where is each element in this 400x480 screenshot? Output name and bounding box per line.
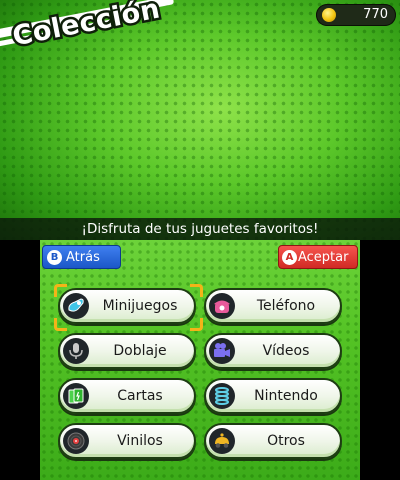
- telephone-icon: [209, 293, 235, 319]
- message-text: ¡Disfruta de tus juguetes favoritos!: [81, 221, 319, 237]
- menu-button-telefono[interactable]: Teléfono: [204, 288, 342, 324]
- coin-counter: 770: [316, 4, 396, 26]
- menu-button-otros[interactable]: Otros: [204, 423, 342, 459]
- menu-button-videos[interactable]: Vídeos: [204, 333, 342, 369]
- menu-button-vinilos[interactable]: Vinilos: [58, 423, 196, 459]
- selection-corner: [190, 318, 203, 331]
- a-button-icon: A: [282, 249, 297, 265]
- minigames-icon: [63, 293, 89, 319]
- vinyl-record-icon: [63, 428, 89, 454]
- coin-icon: [322, 8, 336, 22]
- menu-button-doblaje[interactable]: Doblaje: [58, 333, 196, 369]
- microphone-icon: [63, 338, 89, 364]
- menu-button-cartas[interactable]: Cartas: [58, 378, 196, 414]
- back-button[interactable]: B Atrás: [42, 245, 121, 269]
- coin-count: 770: [363, 7, 388, 22]
- back-button-label: Atrás: [66, 249, 100, 265]
- toy-car-icon: [209, 428, 235, 454]
- accept-button-label: Aceptar: [298, 249, 349, 265]
- cards-icon: [63, 383, 89, 409]
- bottom-screen: B Atrás A Aceptar Minijuegos Teléfono Do…: [40, 240, 360, 480]
- nintendo-spring-icon: [209, 383, 235, 409]
- video-camera-icon: [209, 338, 235, 364]
- message-bar: ¡Disfruta de tus juguetes favoritos!: [0, 218, 400, 240]
- menu-button-minijuegos[interactable]: Minijuegos: [58, 288, 196, 324]
- accept-button[interactable]: A Aceptar: [278, 245, 358, 269]
- top-screen: Colección 770 ¡Disfruta de tus juguetes …: [0, 0, 400, 240]
- menu-button-nintendo[interactable]: Nintendo: [204, 378, 342, 414]
- b-button-icon: B: [47, 249, 62, 265]
